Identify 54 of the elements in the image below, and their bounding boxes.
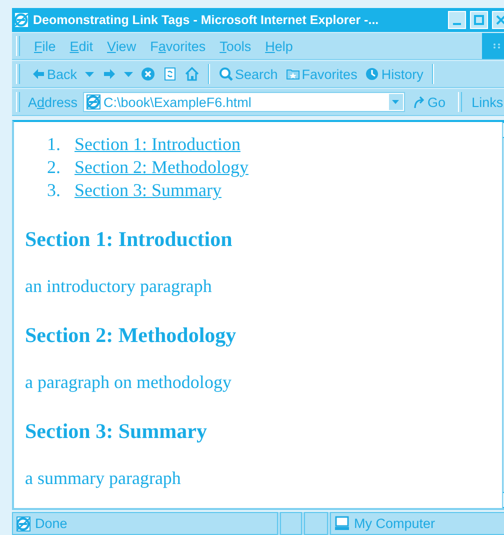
zone-label: My Computer	[354, 516, 436, 531]
back-button[interactable]: Back	[28, 64, 80, 84]
caret-icon	[124, 72, 134, 76]
search-button[interactable]: Search	[216, 64, 281, 84]
paragraph: a paragraph on methodology	[25, 371, 232, 393]
status-label: Done	[35, 516, 68, 531]
menu-item[interactable]: File	[28, 36, 62, 56]
minimize-icon	[453, 23, 461, 25]
menu-item[interactable]: Help	[259, 36, 299, 56]
magnifier-icon	[219, 67, 234, 81]
favorites-button[interactable]: Favorites	[282, 64, 360, 84]
section-heading: Section 3: Summary	[25, 419, 208, 443]
caret-icon	[392, 100, 400, 104]
caret-icon	[85, 72, 94, 76]
section-link[interactable]: Section 3: Summary	[74, 180, 222, 201]
page-icon	[86, 94, 101, 110]
window-title: Deomonstrating Link Tags - Microsoft Internet Explorer -...	[33, 13, 380, 27]
history-button[interactable]: History	[362, 64, 426, 84]
maximize-icon	[474, 15, 484, 25]
list-number: 1.	[47, 134, 60, 155]
list-number: 3.	[47, 180, 60, 201]
clock-globe-icon	[365, 67, 380, 81]
minimize-button[interactable]	[448, 11, 466, 29]
address-input[interactable]: C:\book\ExampleF6.html	[104, 94, 385, 110]
status-panel	[304, 512, 328, 535]
list-number: 2.	[47, 157, 60, 178]
section-link[interactable]: Section 2: Methodology	[74, 157, 248, 178]
links-button[interactable]: Links	[470, 94, 504, 110]
status-panel	[280, 512, 302, 535]
menu-item[interactable]: Favorites	[144, 36, 212, 56]
refresh-icon	[163, 67, 178, 81]
dropdown-button[interactable]	[388, 93, 404, 111]
home-icon	[185, 67, 200, 81]
section-heading: Section 2: Methodology	[25, 323, 238, 347]
paragraph: an introductory paragraph	[25, 275, 213, 297]
page-icon	[16, 516, 31, 532]
paragraph: a summary paragraph	[25, 467, 182, 489]
menu-item[interactable]: Edit	[64, 36, 100, 56]
folder-icon	[286, 67, 300, 81]
address-label: Address	[28, 94, 78, 110]
menu-item[interactable]: View	[101, 36, 142, 56]
menu-item[interactable]: Tools	[214, 36, 258, 56]
address-field[interactable]: C:\book\ExampleF6.html	[82, 92, 405, 112]
stop-icon	[141, 67, 156, 81]
computer-icon	[334, 516, 350, 531]
go-arrow-icon	[412, 96, 426, 108]
go-button[interactable]: Go	[406, 94, 452, 110]
logo-icon	[493, 43, 501, 49]
close-icon	[496, 15, 504, 25]
section-heading: Section 1: Introduction	[25, 227, 234, 251]
forward-arrow-icon	[102, 67, 116, 81]
maximize-button[interactable]	[470, 11, 488, 29]
back-arrow-icon	[31, 67, 45, 81]
section-link[interactable]: Section 1: Introduction	[74, 134, 240, 155]
